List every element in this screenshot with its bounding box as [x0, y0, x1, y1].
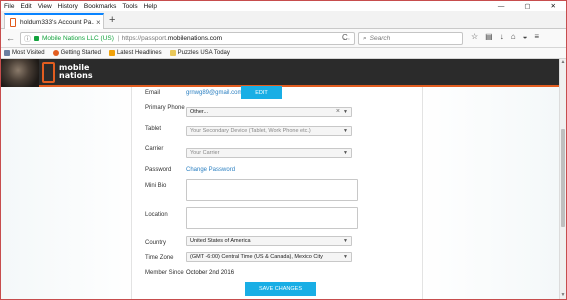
tab-strip: holdum333's Account Pa... × + — [1, 11, 566, 29]
chevron-down-icon: ▼ — [343, 150, 348, 156]
menu-help[interactable]: Help — [144, 3, 157, 10]
menu-file[interactable]: File — [4, 3, 14, 10]
url-separator: | — [117, 35, 120, 42]
folder-icon — [169, 50, 176, 56]
firefox-icon — [52, 50, 59, 56]
bookmark-puzzles[interactable]: Puzzles USA Today — [169, 50, 230, 56]
bookmarks-bar: Most Visited Getting Started Latest Head… — [1, 48, 566, 59]
country-label: Country — [145, 240, 167, 246]
chevron-down-icon: ▼ — [343, 238, 348, 244]
email-label: Email — [145, 90, 161, 96]
clear-icon[interactable]: × — [336, 108, 340, 115]
download-icon[interactable]: ↓ — [500, 32, 504, 41]
lock-icon[interactable] — [34, 36, 39, 41]
nav-bar: ← ⓘ Mobile Nations LLC (US) | https://pa… — [1, 29, 566, 48]
country-value: United States of America — [190, 238, 251, 244]
page-scrollbar[interactable]: ▲ ▼ — [559, 59, 566, 299]
primary-phone-select[interactable]: Other... × ▼ — [186, 107, 352, 117]
search-placeholder: Search — [369, 35, 391, 42]
bookmark-label: Most Visited — [12, 50, 45, 56]
mini-bio-label: Mini Bio — [145, 183, 167, 189]
tablet-select[interactable]: Your Secondary Device (Tablet, Work Phon… — [186, 126, 352, 136]
password-label: Password — [145, 167, 172, 173]
favicon-icon — [10, 17, 16, 27]
search-icon: ⌕ — [363, 34, 367, 42]
edit-email-button[interactable]: EDIT — [241, 86, 282, 99]
maximize-icon[interactable]: ▢ — [524, 2, 530, 10]
member-since-value: October 2nd 2016 — [186, 270, 235, 276]
menu-tools[interactable]: Tools — [122, 3, 137, 10]
menu-bar: File Edit View History Bookmarks Tools H… — [1, 1, 566, 11]
menu-edit[interactable]: Edit — [20, 3, 31, 10]
reload-icon[interactable]: C — [342, 33, 348, 42]
time-zone-value: (GMT -6:00) Central Time (US & Canada), … — [190, 254, 323, 260]
scroll-up-icon[interactable]: ▲ — [560, 59, 566, 66]
country-select[interactable]: United States of America ▼ — [186, 236, 352, 246]
avatar[interactable] — [1, 59, 39, 87]
primary-phone-label: Primary Phone — [145, 105, 185, 111]
url-host: mobilenations.com — [167, 35, 223, 42]
toolbar-icons: ☆ ▤ ↓ ⌂ ◒ ≡ — [471, 32, 539, 41]
logo-line-2: nations — [59, 71, 93, 80]
tab-close-icon[interactable]: × — [96, 18, 101, 27]
window-controls: — ▢ ✕ — [498, 1, 562, 11]
mini-bio-textarea[interactable] — [186, 179, 358, 201]
tab-account[interactable]: holdum333's Account Pa... × — [4, 13, 104, 29]
back-arrow-icon[interactable]: ← — [6, 33, 15, 43]
bookmark-label: Puzzles USA Today — [177, 50, 230, 56]
bookmark-getting-started[interactable]: Getting Started — [52, 50, 101, 56]
page-content: mobile nations Email grnwg89@gmail.com E… — [1, 59, 559, 299]
menu-bookmarks[interactable]: Bookmarks — [84, 3, 117, 10]
bookmark-latest-headlines[interactable]: Latest Headlines — [108, 50, 162, 56]
menu-view[interactable]: View — [38, 3, 52, 10]
bookmark-label: Getting Started — [60, 50, 101, 56]
pocket-icon[interactable]: ◒ — [523, 32, 528, 41]
primary-phone-value: Other... — [190, 109, 209, 115]
tablet-label: Tablet — [145, 126, 162, 132]
url-bar[interactable]: ⓘ Mobile Nations LLC (US) | https://pass… — [20, 32, 355, 45]
browser-window: File Edit View History Bookmarks Tools H… — [0, 0, 567, 300]
site-header: mobile nations — [1, 59, 559, 87]
time-zone-label: Time Zone — [145, 255, 174, 261]
phone-logo-icon — [42, 62, 55, 83]
carrier-label: Carrier — [145, 146, 164, 152]
minimize-icon[interactable]: — — [498, 3, 505, 10]
scroll-down-icon[interactable]: ▼ — [560, 292, 566, 299]
save-changes-button[interactable]: SAVE CHANGES — [245, 282, 316, 296]
close-window-icon[interactable]: ✕ — [551, 2, 556, 10]
url-scheme: https://passport. — [121, 35, 168, 42]
star-icon[interactable]: ☆ — [471, 32, 478, 41]
bookmark-label: Latest Headlines — [116, 50, 162, 56]
info-icon[interactable]: ⓘ — [24, 34, 31, 44]
site-logo[interactable]: mobile nations — [59, 64, 93, 80]
chevron-down-icon: ▼ — [343, 254, 348, 260]
time-zone-select[interactable]: (GMT -6:00) Central Time (US & Canada), … — [186, 252, 352, 262]
carrier-select[interactable]: Your Carrier ▼ — [186, 148, 352, 158]
tablet-placeholder: Your Secondary Device (Tablet, Work Phon… — [190, 128, 311, 134]
search-input[interactable]: ⌕ Search — [358, 32, 463, 45]
menu-icon[interactable]: ≡ — [534, 32, 539, 41]
tab-title: holdum333's Account Pa... — [20, 18, 94, 26]
chevron-down-icon: ▼ — [343, 128, 348, 134]
menu-history[interactable]: History — [58, 3, 78, 10]
site-identity[interactable]: Mobile Nations LLC (US) — [42, 35, 114, 42]
change-password-link[interactable]: Change Password — [186, 167, 235, 173]
rss-icon — [108, 50, 115, 56]
reading-list-icon[interactable]: ▤ — [485, 32, 493, 41]
location-label: Location — [145, 212, 168, 218]
email-value: grnwg89@gmail.com — [186, 90, 243, 96]
scrollbar-thumb[interactable] — [561, 129, 565, 227]
chevron-down-icon: ▼ — [343, 109, 348, 115]
location-textarea[interactable] — [186, 207, 358, 229]
gear-bookmark-icon — [4, 50, 10, 56]
new-tab-button[interactable]: + — [109, 14, 115, 26]
home-icon[interactable]: ⌂ — [511, 32, 516, 41]
member-since-label: Member Since — [145, 270, 184, 276]
bookmark-most-visited[interactable]: Most Visited — [4, 50, 45, 56]
carrier-placeholder: Your Carrier — [190, 150, 220, 156]
